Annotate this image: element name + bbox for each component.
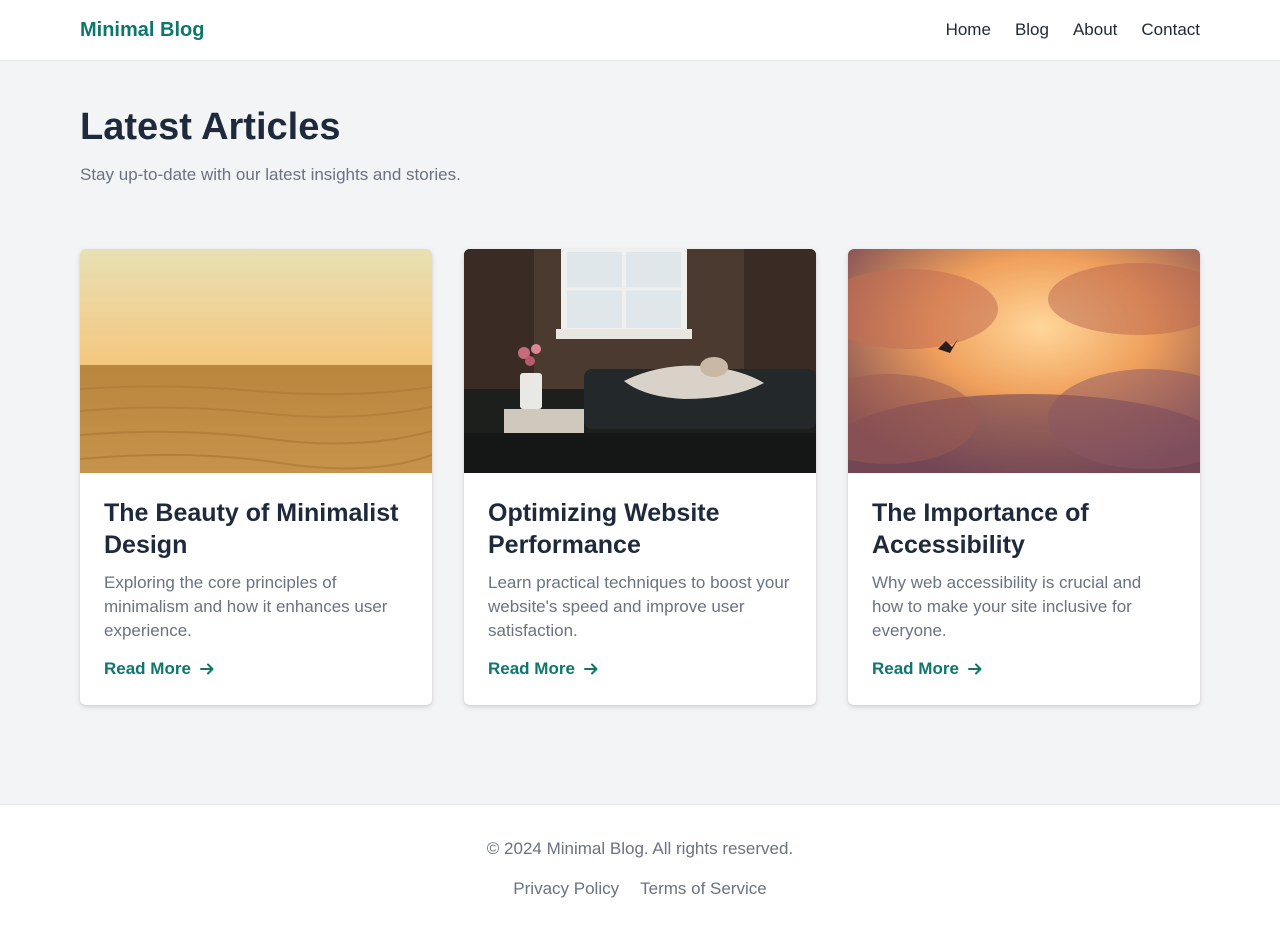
main-content: Latest Articles Stay up-to-date with our…	[0, 61, 1280, 804]
copyright-text: © 2024 Minimal Blog. All rights reserved…	[486, 839, 794, 858]
article-card: The Importance of Accessibility Why web …	[848, 248, 1200, 705]
card-title[interactable]: The Beauty of Minimalist Design	[104, 497, 408, 561]
arrow-right-icon	[967, 663, 982, 675]
site-footer: © 2024 Minimal Blog. All rights reserved…	[0, 804, 1280, 933]
read-more-link[interactable]: Read More	[488, 659, 599, 679]
card-body: The Beauty of Minimalist Design Explorin…	[80, 473, 432, 679]
nav-link-home[interactable]: Home	[946, 20, 991, 40]
site-logo[interactable]: Minimal Blog	[80, 19, 204, 42]
sunset-clouds-bird-image[interactable]	[848, 248, 1200, 473]
site-header: Minimal Blog Home Blog About Contact	[0, 0, 1280, 61]
card-body: The Importance of Accessibility Why web …	[848, 473, 1200, 679]
read-more-link[interactable]: Read More	[872, 659, 983, 679]
card-excerpt: Exploring the core principles of minimal…	[104, 572, 388, 640]
card-excerpt: Learn practical techniques to boost your…	[488, 572, 790, 640]
card-title[interactable]: Optimizing Website Performance	[488, 497, 792, 561]
read-more-label: Read More	[488, 658, 575, 678]
main-nav: Home Blog About Contact	[946, 20, 1200, 40]
person-sleeping-by-window-image[interactable]	[464, 248, 816, 473]
page-subtitle: Stay up-to-date with our latest insights…	[80, 164, 461, 184]
arrow-right-icon	[199, 663, 214, 675]
desert-dunes-image[interactable]	[80, 248, 432, 473]
page-title: Latest Articles	[80, 106, 341, 148]
nav-link-blog[interactable]: Blog	[1015, 20, 1049, 40]
footer-links: Privacy Policy Terms of Service	[0, 879, 1280, 899]
terms-of-service-link[interactable]: Terms of Service	[640, 879, 767, 899]
read-more-label: Read More	[872, 658, 959, 678]
card-body: Optimizing Website Performance Learn pra…	[464, 473, 816, 679]
privacy-policy-link[interactable]: Privacy Policy	[513, 879, 619, 899]
nav-link-contact[interactable]: Contact	[1141, 20, 1200, 40]
article-grid: The Beauty of Minimalist Design Explorin…	[80, 248, 1200, 705]
nav-link-about[interactable]: About	[1073, 20, 1117, 40]
article-card: The Beauty of Minimalist Design Explorin…	[80, 248, 432, 705]
card-title[interactable]: The Importance of Accessibility	[872, 497, 1176, 561]
card-excerpt: Why web accessibility is crucial and how…	[872, 572, 1142, 640]
article-card: Optimizing Website Performance Learn pra…	[464, 248, 816, 705]
read-more-label: Read More	[104, 658, 191, 678]
read-more-link[interactable]: Read More	[104, 659, 215, 679]
arrow-right-icon	[583, 663, 598, 675]
